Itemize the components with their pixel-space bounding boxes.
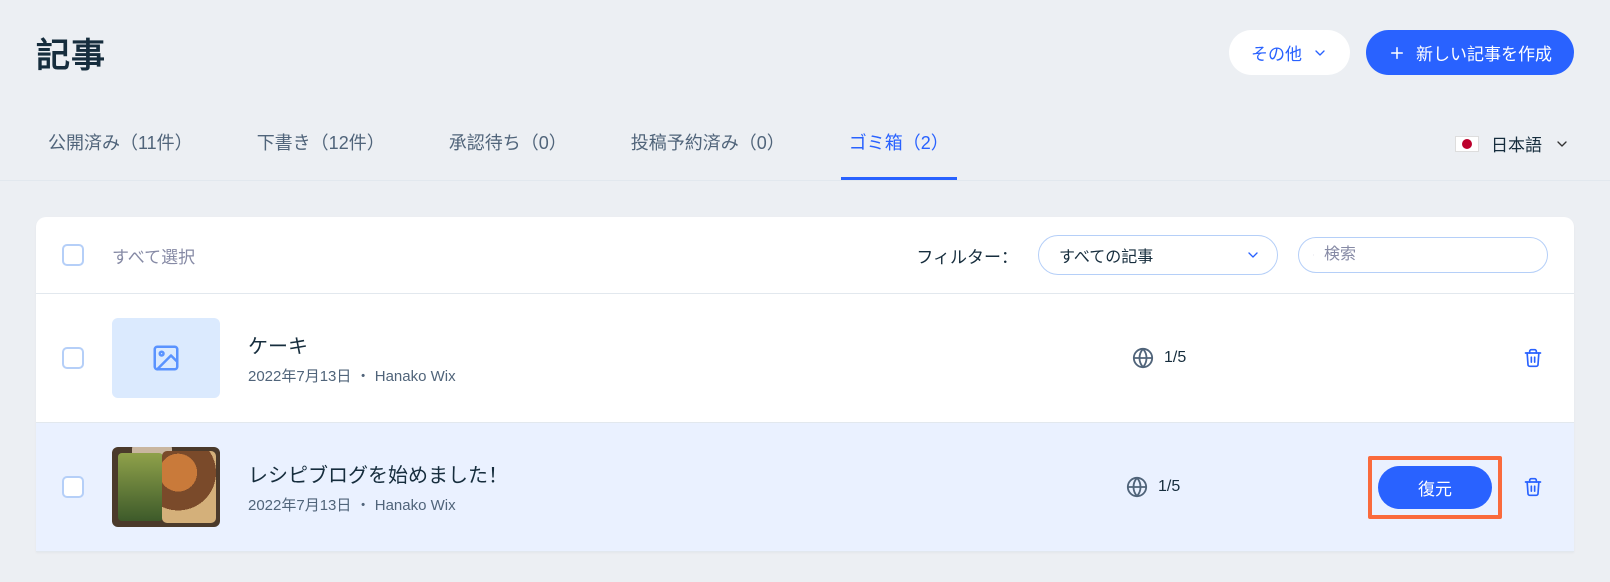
create-post-button[interactable]: 新しい記事を作成 <box>1366 30 1574 75</box>
row-main[interactable]: レシピブログを始めました！ 2022年7月13日 ・ Hanako Wix <box>248 459 1098 515</box>
post-title: レシピブログを始めました！ <box>248 459 1098 488</box>
select-all-checkbox[interactable] <box>62 244 84 266</box>
list-toolbar: すべて選択 フィルター： すべての記事 <box>36 217 1574 294</box>
row-checkbox[interactable] <box>62 476 84 498</box>
post-meta: 2022年7月13日 ・ Hanako Wix <box>248 365 1104 386</box>
search-icon <box>1313 246 1314 264</box>
select-all-label: すべて選択 <box>112 243 195 268</box>
row-checkbox[interactable] <box>62 347 84 369</box>
row-main[interactable]: ケーキ 2022年7月13日 ・ Hanako Wix <box>248 330 1104 386</box>
language-selector[interactable]: 日本語 <box>1455 131 1570 156</box>
delete-button[interactable] <box>1518 472 1548 502</box>
language-label: 日本語 <box>1491 131 1542 156</box>
post-title: ケーキ <box>248 330 1104 359</box>
page-title: 記事 <box>36 28 106 77</box>
tab-published[interactable]: 公開済み（11件） <box>40 107 201 180</box>
post-thumbnail <box>112 447 220 527</box>
lang-count-value: 1/5 <box>1158 478 1180 496</box>
tabs: 公開済み（11件） 下書き（12件） 承認待ち（0） 投稿予約済み（0） ゴミ箱… <box>40 107 1455 180</box>
image-icon <box>151 343 181 373</box>
other-label: その他 <box>1251 40 1302 65</box>
table-row: ケーキ 2022年7月13日 ・ Hanako Wix 1/5 <box>36 294 1574 423</box>
row-right: 1/5 <box>1132 343 1548 373</box>
post-meta: 2022年7月13日 ・ Hanako Wix <box>248 494 1098 515</box>
post-thumbnail-placeholder <box>112 318 220 398</box>
trash-icon <box>1523 477 1543 497</box>
language-count[interactable]: 1/5 <box>1126 476 1196 498</box>
trash-icon <box>1523 348 1543 368</box>
header-actions: その他 新しい記事を作成 <box>1229 30 1574 75</box>
page-header: 記事 その他 新しい記事を作成 <box>0 0 1610 89</box>
restore-button[interactable]: 復元 <box>1378 466 1492 509</box>
globe-icon <box>1126 476 1148 498</box>
plus-icon <box>1388 44 1406 62</box>
filter-label: フィルター： <box>916 243 1018 268</box>
restore-highlight: 復元 <box>1368 456 1502 519</box>
filter-value: すべての記事 <box>1059 243 1153 267</box>
filter-select[interactable]: すべての記事 <box>1038 235 1278 275</box>
other-button[interactable]: その他 <box>1229 30 1350 75</box>
table-row: レシピブログを始めました！ 2022年7月13日 ・ Hanako Wix 1/… <box>36 423 1574 552</box>
tab-trash[interactable]: ゴミ箱（2） <box>841 107 957 180</box>
search-input[interactable] <box>1322 245 1533 265</box>
posts-card: すべて選択 フィルター： すべての記事 ケーキ 2022年7月13日 ・ Han… <box>36 217 1574 552</box>
tab-scheduled[interactable]: 投稿予約済み（0） <box>623 107 793 180</box>
globe-icon <box>1132 347 1154 369</box>
tab-bar: 公開済み（11件） 下書き（12件） 承認待ち（0） 投稿予約済み（0） ゴミ箱… <box>0 107 1610 181</box>
tab-drafts[interactable]: 下書き（12件） <box>249 107 393 180</box>
language-count[interactable]: 1/5 <box>1132 347 1202 369</box>
flag-japan-icon <box>1455 136 1479 152</box>
chevron-down-icon <box>1312 45 1328 61</box>
tab-pending[interactable]: 承認待ち（0） <box>441 107 575 180</box>
row-right: 1/5 復元 <box>1126 456 1548 519</box>
delete-button[interactable] <box>1518 343 1548 373</box>
chevron-down-icon <box>1245 247 1261 263</box>
search-field[interactable] <box>1298 237 1548 273</box>
chevron-down-icon <box>1554 136 1570 152</box>
create-label: 新しい記事を作成 <box>1416 40 1552 65</box>
lang-count-value: 1/5 <box>1164 349 1186 367</box>
